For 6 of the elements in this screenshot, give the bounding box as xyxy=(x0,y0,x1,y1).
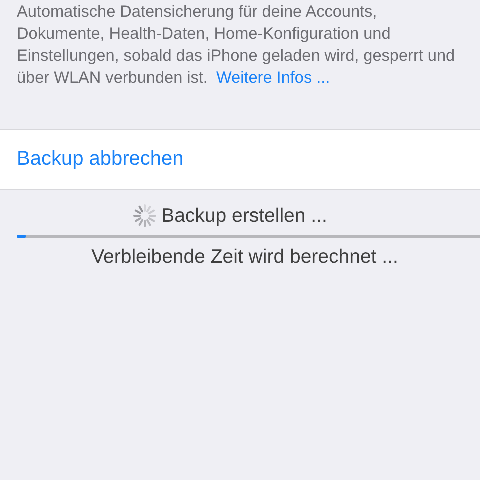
spinner-icon xyxy=(132,204,157,228)
remaining-time: Verbleibende Zeit wird berechnet ... xyxy=(90,246,400,269)
more-info-link[interactable]: Weitere Infos ... xyxy=(216,69,330,87)
backup-status: Backup erstellen ... xyxy=(162,204,328,228)
backup-description: Automatische Datensicherung für deine Accounts, Dokumente, Health-Daten, Home-Konfiguration und Einstellungen, sobald das iPhone geladen wird, gesperrt und über WLAN verbunden ist. Weitere Infos ... xyxy=(16,2,456,89)
cancel-backup-button[interactable]: Backup abbrechen xyxy=(17,148,184,171)
